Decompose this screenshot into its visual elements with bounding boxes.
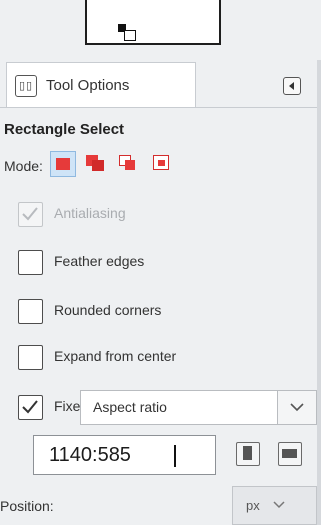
feather-edges-checkbox[interactable] <box>18 250 43 275</box>
landscape-icon[interactable] <box>278 442 302 466</box>
antialiasing-checkbox[interactable] <box>18 202 43 227</box>
feather-edges-label: Feather edges <box>54 253 145 269</box>
mode-intersect-button[interactable] <box>149 151 175 177</box>
tool-options-icon: ▯▯ <box>15 75 37 97</box>
text-caret <box>174 445 176 467</box>
rounded-corners-label: Rounded corners <box>54 302 162 318</box>
fixed-mode-select[interactable]: Aspect ratio <box>80 390 278 425</box>
fg-bg-color-box[interactable] <box>85 0 221 45</box>
check-icon <box>22 207 38 221</box>
fixed-mode-dropdown-button[interactable] <box>277 390 317 425</box>
mode-subtract-icon-overlay <box>125 160 135 170</box>
mode-add-button[interactable] <box>83 151 109 177</box>
position-unit-select[interactable]: px <box>232 486 317 525</box>
position-unit-value: px <box>246 498 260 513</box>
tab-tool-options-label: Tool Options <box>46 77 130 94</box>
position-label: Position: <box>0 498 54 514</box>
portrait-icon[interactable] <box>236 442 260 466</box>
tab-menu-button[interactable] <box>283 77 301 95</box>
mode-label: Mode: <box>4 158 43 174</box>
mode-intersect-icon-overlay <box>158 160 165 166</box>
rounded-corners-checkbox[interactable] <box>18 299 43 324</box>
expand-from-center-label: Expand from center <box>54 348 177 364</box>
mode-replace-button[interactable] <box>50 151 76 177</box>
chevron-down-icon <box>290 403 304 412</box>
panel-right-edge <box>317 0 321 525</box>
panel-divider <box>0 107 317 108</box>
fixed-checkbox[interactable] <box>18 395 43 420</box>
expand-from-center-checkbox[interactable] <box>18 345 43 370</box>
aspect-ratio-input[interactable]: 1140:585 <box>33 435 216 475</box>
antialiasing-label: Antialiasing <box>54 205 126 221</box>
mode-add-icon-overlay <box>92 160 104 171</box>
tool-title: Rectangle Select <box>4 121 125 138</box>
background-color-swatch[interactable] <box>124 30 136 41</box>
chevron-down-icon <box>273 501 285 509</box>
check-icon <box>22 400 38 414</box>
fixed-mode-value: Aspect ratio <box>93 399 167 415</box>
aspect-ratio-value: 1140:585 <box>49 444 131 466</box>
mode-replace-icon <box>56 158 70 170</box>
color-swatch-area <box>0 0 321 60</box>
mode-subtract-button[interactable] <box>116 151 142 177</box>
